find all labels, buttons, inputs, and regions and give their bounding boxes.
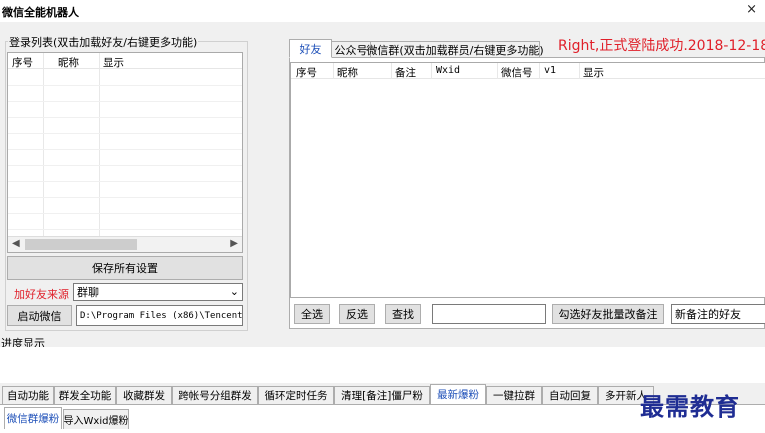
row-line bbox=[8, 85, 242, 86]
search-input[interactable] bbox=[432, 304, 546, 324]
row-line bbox=[8, 229, 242, 230]
start-wechat-button[interactable]: 启动微信 bbox=[7, 305, 72, 326]
row-line bbox=[8, 117, 242, 118]
column-divider bbox=[99, 53, 100, 252]
tab-cross-account-send[interactable]: 跨帐号分组群发 bbox=[172, 386, 258, 404]
save-all-settings-button[interactable]: 保存所有设置 bbox=[7, 256, 243, 280]
column-header-display[interactable]: 显示 bbox=[103, 55, 124, 70]
column-header-remark[interactable]: 备注 bbox=[395, 65, 416, 80]
tab-one-click-group[interactable]: 一键拉群 bbox=[486, 386, 542, 404]
login-list[interactable]: 序号 昵称 显示 ◀ ▶ bbox=[7, 52, 243, 253]
row-line bbox=[8, 197, 242, 198]
friend-source-value: 群聊 bbox=[77, 286, 99, 299]
tab-wechat-groups[interactable]: 微信群(双击加载群员/右键更多功能) bbox=[366, 41, 544, 57]
row-line bbox=[8, 149, 242, 150]
login-list-label: 登录列表(双击加载好友/右键更多功能) bbox=[8, 34, 199, 50]
row-line bbox=[8, 165, 242, 166]
horizontal-scrollbar[interactable]: ◀ ▶ bbox=[8, 236, 242, 252]
column-header-index[interactable]: 序号 bbox=[296, 65, 317, 80]
tab-clean-zombie-fans[interactable]: 清理[备注]僵尸粉 bbox=[334, 386, 430, 404]
column-header-nickname[interactable]: 昵称 bbox=[58, 55, 79, 70]
column-divider bbox=[539, 63, 540, 79]
column-divider bbox=[579, 63, 580, 79]
scroll-left-icon[interactable]: ◀ bbox=[12, 238, 20, 249]
chevron-down-icon[interactable]: ⌄ bbox=[230, 285, 239, 298]
tab-auto-reply[interactable]: 自动回复 bbox=[542, 386, 598, 404]
tab-group-fans[interactable]: 微信群爆粉 bbox=[4, 407, 62, 429]
friend-list-header: 序号 昵称 备注 Wxid 微信号 v1 显示 bbox=[291, 63, 765, 79]
close-icon[interactable]: × bbox=[746, 2, 757, 17]
row-line bbox=[8, 213, 242, 214]
column-divider bbox=[431, 63, 432, 79]
friend-source-select[interactable]: 群聊 ⌄ bbox=[73, 283, 243, 301]
tab-auto-functions[interactable]: 自动功能 bbox=[2, 386, 54, 404]
column-divider bbox=[391, 63, 392, 79]
column-divider bbox=[497, 63, 498, 79]
column-header-v1[interactable]: v1 bbox=[544, 65, 556, 76]
column-header-wxid[interactable]: Wxid bbox=[436, 65, 460, 76]
tab-friends[interactable]: 好友 bbox=[289, 39, 332, 58]
search-button[interactable]: 查找 bbox=[385, 304, 421, 324]
friend-list[interactable]: 序号 昵称 备注 Wxid 微信号 v1 显示 bbox=[290, 62, 765, 298]
invert-selection-button[interactable]: 反选 bbox=[339, 304, 375, 324]
column-divider bbox=[333, 63, 334, 79]
progress-panel bbox=[0, 347, 765, 383]
column-header-nickname[interactable]: 昵称 bbox=[337, 65, 358, 80]
column-header-wechat-id[interactable]: 微信号 bbox=[501, 65, 533, 80]
batch-remark-button[interactable]: 勾选好友批量改备注 bbox=[552, 304, 664, 324]
add-friend-source-label: 加好友来源 bbox=[14, 288, 69, 301]
row-line bbox=[8, 181, 242, 182]
title-bar: 微信全能机器人 × bbox=[0, 0, 765, 22]
row-line bbox=[8, 101, 242, 102]
tab-latest-fans[interactable]: 最新爆粉 bbox=[430, 384, 486, 404]
column-divider bbox=[43, 53, 44, 252]
new-remark-input[interactable]: 新备注的好友 bbox=[671, 304, 765, 324]
column-header-index[interactable]: 序号 bbox=[12, 55, 33, 70]
login-status-text: Right,正式登陆成功.2018-12-18 14 bbox=[558, 38, 765, 54]
row-line bbox=[8, 133, 242, 134]
scroll-thumb[interactable] bbox=[25, 239, 137, 250]
wechat-path-input[interactable]: D:\Program Files (x86)\Tencent\WeChat bbox=[76, 305, 243, 326]
window-title: 微信全能机器人 bbox=[2, 6, 79, 19]
column-header-display[interactable]: 显示 bbox=[583, 65, 604, 80]
tab-official-accounts[interactable]: 公众号 bbox=[331, 41, 371, 57]
tab-import-wxid-fans[interactable]: 导入Wxid爆粉 bbox=[63, 409, 129, 429]
tab-scheduled-tasks[interactable]: 循环定时任务 bbox=[258, 386, 334, 404]
tab-mass-send[interactable]: 群发全功能 bbox=[54, 386, 116, 404]
select-all-button[interactable]: 全选 bbox=[294, 304, 330, 324]
watermark-text: 最需教育 bbox=[640, 392, 740, 421]
scroll-right-icon[interactable]: ▶ bbox=[230, 238, 238, 249]
friends-tab-panel: 序号 昵称 备注 Wxid 微信号 v1 显示 全选 反选 查找 勾选好友批量改… bbox=[289, 57, 765, 329]
tab-favorites-send[interactable]: 收藏群发 bbox=[116, 386, 172, 404]
